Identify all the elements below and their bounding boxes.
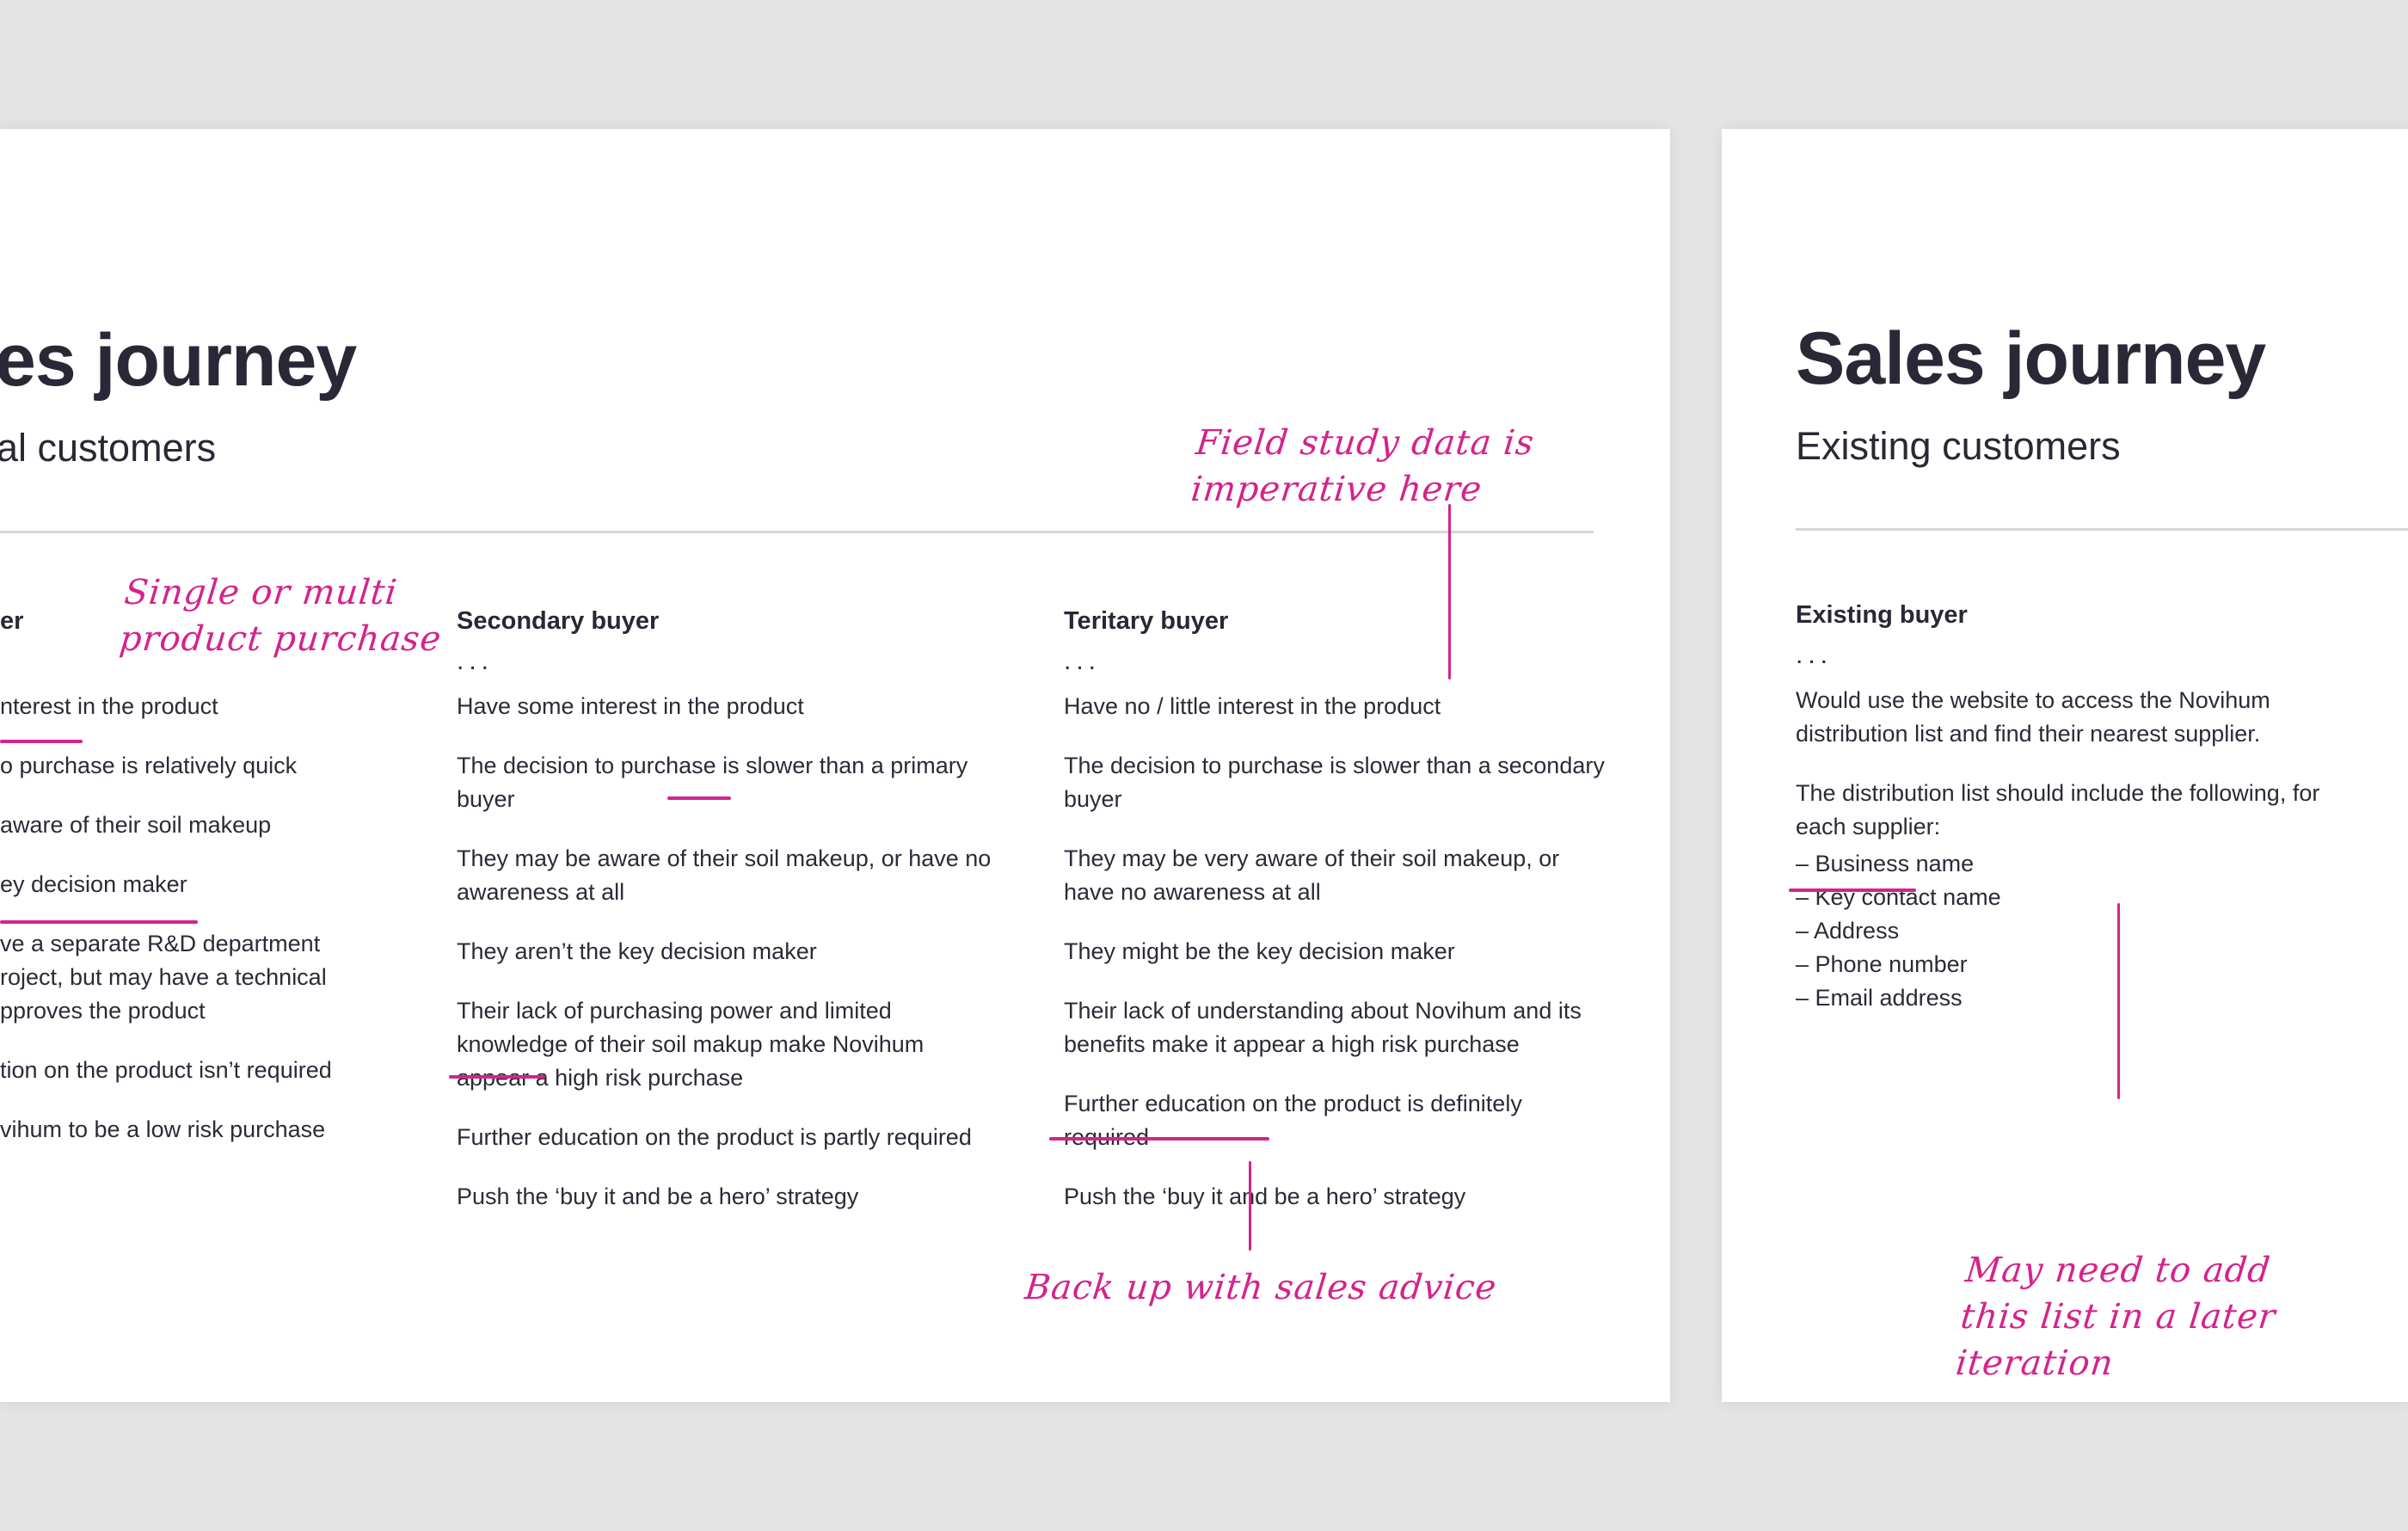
paragraph: The distribution list should include the… [1796, 780, 2320, 839]
underline-mark [667, 796, 731, 800]
list-item: They may be aware of their soil makeup, … [457, 845, 992, 905]
paragraph: Would use the website to access the Novi… [1796, 687, 2270, 747]
list-item: The decision to purchase is slower than … [457, 753, 968, 812]
list-item: – Business name [1796, 851, 1975, 876]
divider [1796, 528, 2408, 531]
arrow-line [1448, 504, 1451, 679]
underline-mark [1789, 888, 1916, 892]
ellipsis: ... [1796, 641, 1834, 669]
list-item: – Key contact name [1796, 884, 2001, 910]
arrow-line [1249, 1161, 1251, 1251]
ellipsis: ... [1064, 647, 1102, 675]
list-item: They aren’t the key decision maker [457, 938, 817, 964]
ellipsis: ... [457, 647, 494, 675]
list-item: Their lack of purchasing power and limit… [457, 998, 924, 1091]
slide-subtitle: al customers [0, 426, 217, 470]
column-teritary-buyer: Teritary buyer ... Have no / little inte… [1064, 604, 1606, 1239]
arrow-line [2117, 903, 2120, 1099]
list-item: The decision to purchase is slower than … [1064, 753, 1605, 812]
annotation-field-study: Field study data is imperative here [1189, 423, 1537, 509]
list-item: Further education on the product is defi… [1064, 1091, 1522, 1150]
slide-title: Sales journey [1796, 317, 2266, 400]
underline-mark [0, 920, 198, 924]
list-item: Further education on the product is part… [457, 1124, 972, 1150]
underline-mark [449, 1075, 545, 1079]
column-existing-buyer: Existing buyer ... Would use the website… [1796, 598, 2329, 1015]
list-item: Have some interest in the product [457, 693, 804, 719]
list-item: Have no / little interest in the product [1064, 693, 1441, 719]
list-item: – Email address [1796, 985, 1963, 1011]
list-item: Push the ‘buy it and be a hero’ strategy [457, 1184, 859, 1209]
list-item: They may be very aware of their soil mak… [1064, 845, 1560, 905]
slide-potential-customers: es journey al customers er nterest in th… [0, 129, 1670, 1402]
list-item: – Address [1796, 918, 1900, 944]
column-heading: Secondary buyer [457, 607, 660, 635]
slide-existing-customers: Sales journey Existing customers Existin… [1722, 129, 2408, 1402]
divider [0, 531, 1594, 533]
column-secondary-buyer: Secondary buyer ... Have some interest i… [457, 604, 998, 1239]
underline-mark [0, 740, 83, 743]
list-item: – Phone number [1796, 951, 1968, 977]
list-item: Push the ‘buy it and be a hero’ strategy [1064, 1184, 1466, 1209]
list-item: Their lack of understanding about Novihu… [1064, 998, 1582, 1057]
list-item: They might be the key decision maker [1064, 938, 1455, 964]
slide-title: es journey [0, 319, 357, 402]
annotation-back-up-sales-advice: Back up with sales advice [1023, 1268, 1499, 1307]
annotation-single-or-multi: Single or multi product purchase [117, 573, 444, 659]
column-heading: Teritary buyer [1064, 607, 1229, 635]
slide-subtitle: Existing customers [1796, 424, 2121, 468]
annotation-may-need-to-add: May need to add this list in a later itera… [1953, 1251, 2278, 1383]
underline-mark [1049, 1137, 1269, 1141]
column-heading: Existing buyer [1796, 601, 1968, 629]
